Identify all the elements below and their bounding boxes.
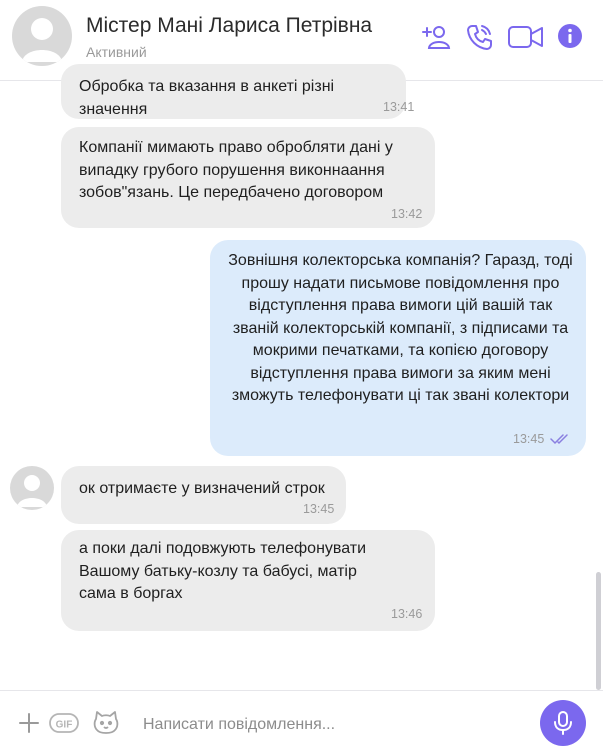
microphone-button[interactable] (540, 700, 586, 746)
read-receipt-icon (550, 432, 572, 450)
message-bubble[interactable]: Компанії мимають право обробляти дані у … (61, 127, 435, 228)
message-time: 13:41 (383, 100, 415, 114)
message-time: 13:45 (513, 432, 545, 446)
microphone-icon (554, 711, 572, 735)
sticker-icon[interactable] (92, 709, 120, 742)
message-text: Зовнішня колекторська компанія? Гаразд, … (228, 252, 578, 404)
gif-label: GIF (56, 720, 73, 731)
message-text: Обробка та вказання в анкеті різні значе… (79, 78, 339, 118)
contact-status: Активний (86, 44, 147, 60)
message-time: 13:46 (391, 607, 423, 621)
contact-name[interactable]: Містер Мані Лариса Петрівна (86, 14, 372, 38)
message-text: а поки далі подовжують телефонувати Вашо… (79, 540, 371, 602)
message-bubble[interactable]: а поки далі подовжують телефонувати Вашо… (61, 530, 435, 631)
info-icon[interactable] (557, 23, 583, 49)
message-composer: GIF (0, 690, 603, 756)
message-bubble[interactable]: Обробка та вказання в анкеті різні значе… (61, 64, 414, 119)
message-text: ок отримаєте у визначений строк (79, 480, 325, 497)
message-time: 13:45 (303, 502, 335, 516)
phone-call-icon[interactable] (465, 22, 493, 52)
plus-icon[interactable] (18, 712, 40, 739)
avatar-placeholder-icon (17, 475, 47, 507)
message-time: 13:42 (391, 207, 423, 221)
add-contact-icon[interactable] (421, 22, 451, 52)
video-call-icon[interactable] (507, 24, 545, 50)
gif-icon[interactable]: GIF (48, 711, 82, 740)
message-input[interactable] (143, 713, 513, 737)
message-text: Компанії мимають право обробляти дані у … (79, 139, 398, 201)
contact-avatar-small[interactable] (10, 466, 54, 510)
avatar-placeholder-icon (22, 18, 62, 62)
message-bubble[interactable]: ок отримаєте у визначений строк 13:45 (61, 466, 346, 524)
scrollbar[interactable] (596, 572, 601, 690)
message-bubble[interactable]: Зовнішня колекторська компанія? Гаразд, … (210, 240, 586, 456)
contact-avatar[interactable] (12, 6, 72, 66)
